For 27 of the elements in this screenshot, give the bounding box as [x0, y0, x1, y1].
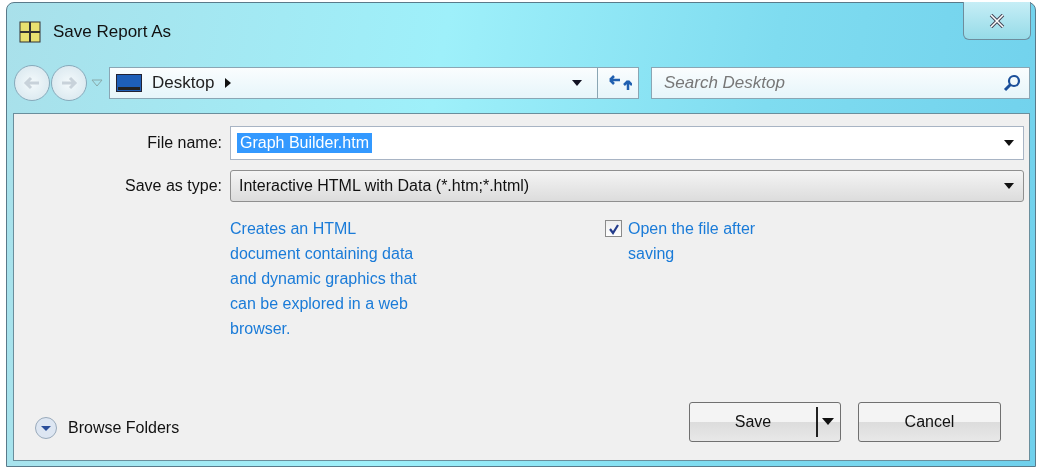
open-after-saving-checkbox[interactable]: Open the file after saving	[605, 216, 805, 341]
location-text: Desktop	[152, 73, 215, 93]
close-button[interactable]	[963, 2, 1031, 40]
window-title: Save Report As	[53, 22, 172, 42]
description-text: Creates an HTML document containing data and dynamic graphics that can be explored in a web browser.	[230, 219, 418, 339]
dropdown-arrow-icon	[1003, 182, 1015, 190]
address-bar[interactable]: Desktop	[109, 67, 639, 99]
checkmark-icon	[607, 222, 620, 235]
back-arrow-icon	[22, 76, 42, 90]
cancel-button[interactable]: Cancel	[858, 402, 1001, 442]
refresh-icon[interactable]	[608, 74, 632, 92]
chevron-icon[interactable]	[224, 77, 233, 89]
browse-folders-button[interactable]: Browse Folders	[34, 416, 180, 440]
field-label: File name:	[146, 134, 223, 152]
grid-icon	[19, 21, 41, 43]
desktop-icon	[116, 74, 142, 92]
field-label: Save as type:	[124, 177, 223, 195]
close-icon	[989, 13, 1005, 28]
forward-arrow-icon	[59, 76, 79, 90]
expand-icon	[34, 416, 58, 440]
dropdown-arrow-icon[interactable]	[571, 79, 583, 87]
file-type-dropdown[interactable]: Interactive HTML with Data (*.htm;*.html)	[230, 170, 1024, 202]
dropdown-arrow-icon	[822, 418, 834, 426]
search-icon	[1003, 74, 1021, 92]
save-button[interactable]: Save	[689, 402, 841, 442]
search-field[interactable]: Search Desktop	[651, 67, 1030, 99]
dropdown-arrow-icon[interactable]	[1003, 139, 1015, 147]
